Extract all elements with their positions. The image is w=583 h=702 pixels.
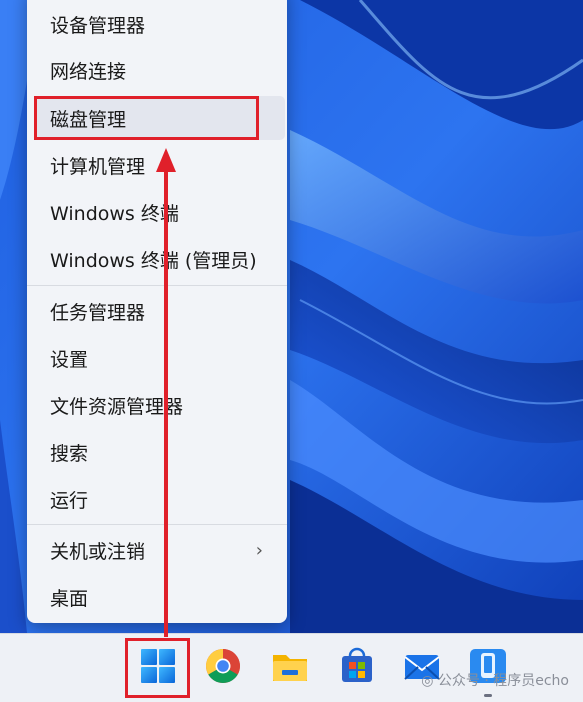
menu-item-network-connections[interactable]: 网络连接 [27, 48, 287, 92]
watermark: ◎ 公众号 · 程序员echo [421, 670, 569, 690]
menu-separator [27, 524, 287, 525]
menu-item-windows-terminal-admin[interactable]: Windows 终端 (管理员) [27, 237, 287, 281]
menu-item-device-manager[interactable]: 设备管理器 [27, 2, 287, 46]
chrome-icon[interactable] [203, 646, 243, 686]
menu-item-desktop[interactable]: 桌面 [27, 575, 287, 619]
menu-item-file-explorer[interactable]: 文件资源管理器 [27, 383, 287, 427]
chevron-right-icon: › [255, 539, 263, 561]
menu-item-run[interactable]: 运行 [27, 477, 287, 521]
highlight-box-disk-management [34, 96, 259, 140]
file-explorer-icon[interactable] [270, 646, 310, 686]
menu-item-computer-management[interactable]: 计算机管理 [27, 143, 287, 187]
menu-item-settings[interactable]: 设置 [27, 336, 287, 380]
menu-item-shutdown-signout[interactable]: 关机或注销 › [27, 528, 287, 572]
win-x-context-menu: 设备管理器 网络连接 磁盘管理 计算机管理 Windows 终端 Windows… [27, 0, 287, 623]
highlight-box-start-button [125, 638, 190, 698]
wechat-icon: ◎ [421, 673, 434, 689]
watermark-text: 公众号 · 程序员echo [437, 673, 569, 689]
running-app-indicator [484, 694, 492, 697]
microsoft-store-icon[interactable] [337, 646, 377, 686]
menu-separator [27, 285, 287, 286]
taskbar: ◎ 公众号 · 程序员echo [0, 633, 583, 702]
menu-item-task-manager[interactable]: 任务管理器 [27, 289, 287, 333]
menu-item-search[interactable]: 搜索 [27, 430, 287, 474]
menu-item-windows-terminal[interactable]: Windows 终端 [27, 190, 287, 234]
menu-item-label: 关机或注销 [50, 540, 146, 563]
